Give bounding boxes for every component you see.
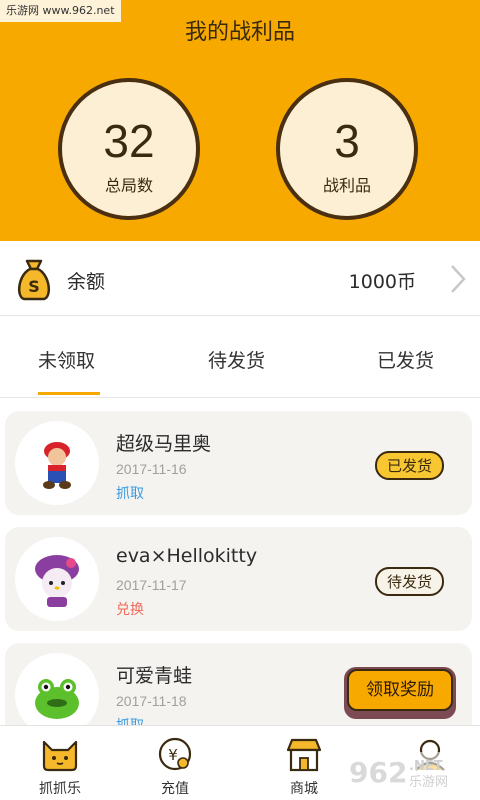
balance-label: 余额	[67, 271, 106, 293]
trophies-label: 战利品	[322, 176, 371, 195]
cat-icon	[42, 740, 78, 772]
total-rounds-label: 总局数	[104, 176, 153, 195]
prize-image	[15, 421, 99, 505]
prize-method: 兑换	[116, 602, 144, 618]
tab-unclaimed[interactable]: 未领取	[38, 346, 95, 373]
tabbar-label: 抓抓乐	[39, 781, 81, 797]
chevron-right-icon	[451, 265, 466, 293]
svg-text:.NET: .NET	[409, 759, 443, 774]
prize-date: 2017-11-17	[116, 577, 187, 593]
list-item[interactable]: 超级马里奥 2017-11-16 抓取 已发货	[5, 411, 472, 515]
claim-reward-button[interactable]: 领取奖励	[344, 667, 456, 719]
prize-method: 抓取	[116, 715, 144, 725]
prize-name: 超级马里奥	[116, 433, 212, 455]
svg-text:S: S	[28, 277, 40, 296]
status-badge[interactable]: 已发货	[374, 451, 444, 480]
list-item[interactable]: eva×Hellokitty 2017-11-17 兑换 待发货	[5, 527, 472, 631]
prize-date: 2017-11-16	[116, 461, 187, 477]
trophies-circle: 3 战利品	[276, 78, 418, 220]
tab-bar: 未领取 待发货 已发货	[0, 316, 480, 398]
status-badge[interactable]: 待发货	[374, 567, 444, 596]
frog-figure-icon	[35, 679, 79, 719]
svg-text:乐游网: 乐游网	[409, 775, 448, 790]
tab-pending-shipment[interactable]: 待发货	[208, 346, 265, 373]
svg-text:962: 962	[349, 756, 407, 789]
prize-name: 可爱青蛙	[116, 665, 193, 687]
tab-shipped[interactable]: 已发货	[377, 346, 434, 373]
svg-text:¥: ¥	[168, 746, 178, 764]
tabbar-item-recharge[interactable]: ¥ 充值	[115, 726, 235, 800]
tabbar-item-claw[interactable]: 抓抓乐	[0, 726, 120, 800]
stats-header: 乐游网 www.962.net 我的战利品 32 总局数 3 战利品	[0, 0, 480, 241]
watermark-logo: 962 .NET 乐游网	[343, 752, 477, 790]
balance-value: 1000币	[348, 271, 416, 293]
coin-icon: ¥	[158, 737, 192, 771]
tabbar-label: 充值	[161, 781, 189, 797]
hellokitty-figure-icon	[35, 555, 79, 607]
balance-row[interactable]: S 余额 1000币	[0, 241, 480, 316]
claim-reward-label: 领取奖励	[347, 669, 453, 711]
mario-figure-icon	[43, 442, 71, 489]
prize-date: 2017-11-18	[116, 693, 187, 709]
total-rounds-value: 32	[103, 115, 155, 167]
shop-icon	[286, 738, 322, 772]
total-rounds-circle: 32 总局数	[58, 78, 200, 220]
money-bag-icon: S	[17, 259, 51, 301]
page-title: 我的战利品	[184, 20, 295, 45]
prize-method: 抓取	[116, 486, 144, 502]
prize-image	[15, 537, 99, 621]
trophies-value: 3	[334, 115, 360, 167]
active-tab-indicator	[38, 392, 100, 395]
prize-image	[15, 653, 99, 725]
prize-name: eva×Hellokitty	[116, 545, 258, 567]
